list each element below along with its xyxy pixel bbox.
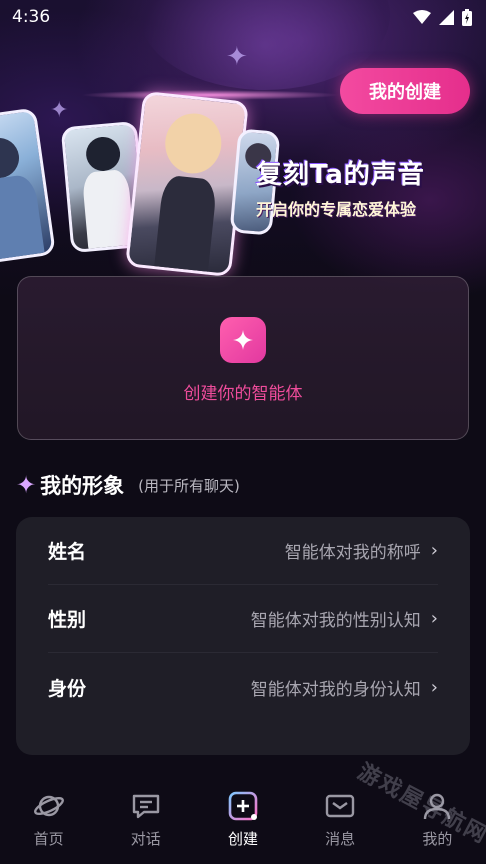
row-label: 身份: [48, 677, 87, 700]
tab-home[interactable]: 首页: [9, 790, 89, 849]
create-agent-panel[interactable]: 创建你的智能体: [17, 276, 469, 440]
tab-label: 首页: [33, 830, 64, 848]
create-icon: [228, 791, 258, 821]
signal-icon: [439, 9, 454, 25]
status-bar: 4:36: [0, 0, 486, 34]
chevron-right-icon: ›: [430, 540, 438, 561]
tab-create[interactable]: 创建: [203, 790, 283, 849]
row-value: 智能体对我的身份认知: [250, 679, 421, 700]
tab-messages[interactable]: 消息: [300, 790, 380, 849]
sparkle-create-icon: [220, 317, 266, 363]
sparkle-icon: ✦: [226, 42, 248, 72]
profile-row-name[interactable]: 姓名 智能体对我的称呼 ›: [48, 517, 438, 585]
mail-icon: [325, 794, 355, 818]
row-label: 性别: [48, 609, 87, 631]
tab-label: 消息: [325, 830, 356, 848]
chat-icon: [132, 794, 159, 819]
tab-label: 创建: [227, 830, 258, 848]
tab-label: 对话: [130, 830, 161, 848]
profile-row-gender[interactable]: 性别 智能体对我的性别认知 ›: [48, 585, 438, 653]
row-label: 姓名: [48, 541, 87, 563]
planet-icon: [33, 795, 64, 817]
wifi-icon: [413, 10, 431, 24]
row-value: 智能体对我的性别认知: [250, 611, 421, 631]
hero-subtitle: 开启你的专属恋爱体验: [256, 200, 417, 219]
hero-title: 复刻Ta的声音: [256, 160, 425, 190]
chevron-right-icon: ›: [430, 676, 438, 698]
hero-banner: ✦ ✦ 复刻Ta的声音 开启你的专属恋爱体验: [0, 0, 486, 300]
tab-chat[interactable]: 对话: [106, 790, 186, 849]
my-create-button[interactable]: 我的创建: [340, 68, 470, 114]
section-note: (用于所有聊天): [138, 476, 240, 495]
profile-settings-card: 姓名 智能体对我的称呼 › 性别 智能体对我的性别认知 › 身份 智能体对我的身…: [16, 517, 470, 755]
row-value: 智能体对我的称呼: [284, 543, 421, 563]
character-card[interactable]: [0, 107, 56, 265]
profile-row-identity[interactable]: 身份 智能体对我的身份认知 ›: [48, 653, 438, 721]
section-title: 我的形象: [40, 474, 125, 498]
sparkle-icon: ✦: [16, 471, 37, 499]
chevron-right-icon: ›: [430, 608, 438, 629]
character-card-featured[interactable]: [125, 90, 249, 278]
status-time: 4:36: [12, 7, 51, 27]
section-header: ✦ 我的形象 (用于所有聊天): [16, 470, 240, 500]
create-agent-label: 创建你的智能体: [183, 384, 303, 404]
battery-icon: [462, 8, 472, 26]
sparkle-icon: ✦: [50, 98, 69, 123]
